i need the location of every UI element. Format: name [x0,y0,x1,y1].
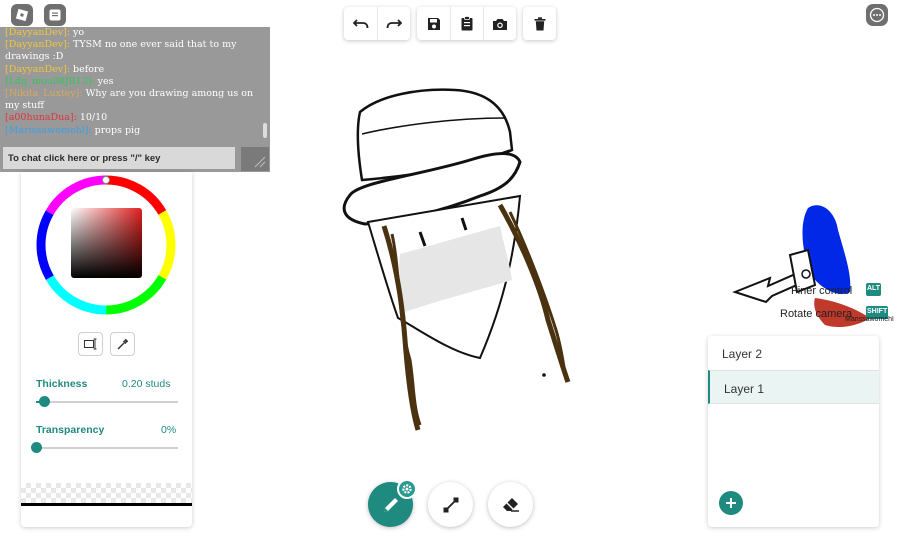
file-toolbar [417,7,516,40]
color-input-button[interactable] [78,332,103,356]
chat-message: [a00hunaDua]: 10/10 [5,112,262,124]
thickness-value: 0.20 studs [122,378,171,390]
redo-icon [386,18,402,28]
chat-username[interactable]: [Nikita_Luxtey]: [5,88,83,99]
brush-settings-button[interactable] [397,479,417,499]
player-name-tag: Marissawomehl [845,316,894,323]
screenshot-button[interactable] [483,7,516,40]
gear-icon [402,484,412,494]
chat-text: before [70,63,105,75]
chat-toggle-button[interactable] [44,4,66,26]
chat-username[interactable]: [DayyanDev]: [5,39,70,50]
brush-stroke-preview [21,503,192,506]
layer-label: Layer 1 [724,382,765,396]
transparency-slider[interactable] [36,447,178,449]
trash-icon [534,16,545,30]
layer-item-1[interactable]: Layer 1 [708,370,879,404]
chat-username[interactable]: [Marissawomehl]: [5,125,92,136]
chat-username[interactable]: [Ldg_mou08JB13]: [5,76,95,87]
rotate-camera-label: Rotate camera [780,308,853,320]
thickness-slider[interactable] [36,401,178,403]
history-toolbar [344,7,410,40]
clipboard-icon [461,16,473,31]
plus-icon [726,498,736,508]
chat-log: [DayyanDev]: yo [DayyanDev]: TYSM no one … [0,27,262,142]
hue-knob[interactable] [102,176,110,184]
drawing-app: Finer control ALT Rotate camera SHIFT Ma… [0,0,900,549]
save-icon [427,17,440,30]
chat-message: [Nikita_Luxtey]: Why are you drawing amo… [5,88,262,112]
redo-button[interactable] [377,7,410,40]
camera-icon [493,18,507,30]
transparency-label: Transparency [36,424,105,436]
chat-username[interactable]: [DayyanDev]: [5,27,70,38]
undo-icon [352,18,368,28]
transparency-value: 0% [161,424,177,436]
chat-username[interactable]: [DayyanDev]: [5,64,70,75]
undo-button[interactable] [344,7,377,40]
chat-message: [DayyanDev]: yo [5,27,262,39]
delete-button[interactable] [523,7,556,40]
delete-toolbar [523,7,556,40]
eyedropper-icon [117,338,129,349]
chat-input[interactable]: To chat click here or press "/" key [3,147,235,169]
more-options-button[interactable] [866,4,888,26]
chat-message: [Ldg_mou08JB13]: yes [5,76,262,88]
eraser-icon [502,497,519,512]
chat-scrollbar[interactable] [263,123,267,138]
pencil-icon [383,497,398,512]
chat-message: [Marissawomehl]: props pig [5,125,262,137]
roblox-logo-icon [15,8,29,22]
color-picker[interactable] [21,172,192,317]
chat-icon [49,9,61,21]
chat-window: [DayyanDev]: yo [DayyanDev]: TYSM no one … [0,27,270,172]
chat-resize-handle[interactable] [241,147,269,171]
add-layer-button[interactable] [719,491,743,515]
ellipsis-icon [869,7,885,23]
roblox-menu-button[interactable] [11,4,33,26]
eyedropper-button[interactable] [110,332,135,356]
chat-message: [DayyanDev]: TYSM no one ever said that … [5,39,262,63]
finer-control-label: Finer control [791,285,853,297]
chat-text: yes [94,75,114,87]
chat-text: 10/10 [76,112,108,124]
save-button[interactable] [417,7,450,40]
chat-text: props pig [91,124,141,136]
thickness-slider-knob[interactable] [39,396,51,407]
chat-message: [DayyanDev]: before [5,64,262,76]
layers-panel: Layer 2 Layer 1 [708,336,879,527]
brush-panel: Thickness 0.20 studs Transparency 0% [21,172,192,527]
brush-preview-background [21,483,192,505]
chat-username[interactable]: [a00hunaDua]: [5,112,77,123]
text-input-icon [83,338,96,350]
layer-item-2[interactable]: Layer 2 [708,336,879,370]
line-icon [443,497,458,512]
chat-text: yo [70,27,85,38]
saturation-value-box[interactable] [71,208,142,278]
eraser-tool-button[interactable] [488,482,533,527]
clipboard-button[interactable] [450,7,483,40]
layer-label: Layer 2 [722,347,763,361]
thickness-label: Thickness [36,378,88,390]
transparency-slider-knob[interactable] [30,442,42,453]
finer-control-key: ALT [866,283,882,296]
line-tool-button[interactable] [428,482,473,527]
resize-icon [254,156,266,168]
